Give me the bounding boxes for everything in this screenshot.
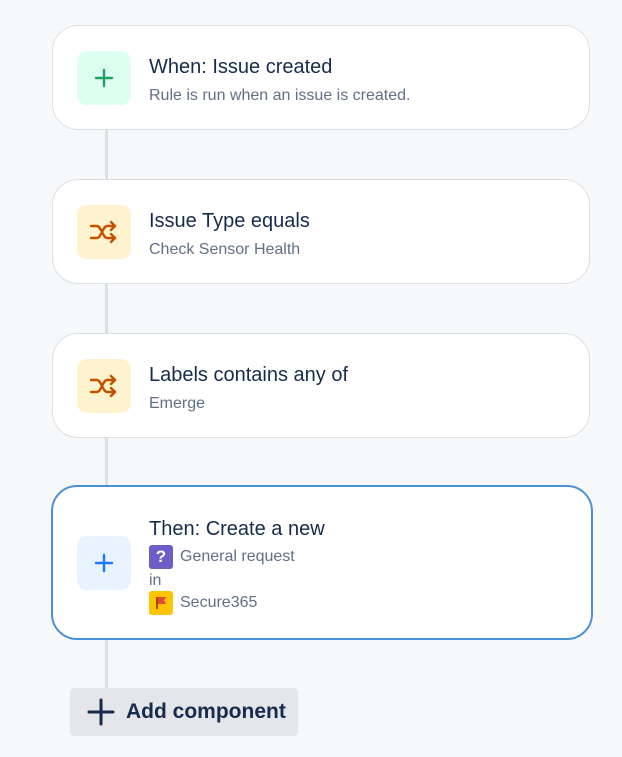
add-component-button[interactable]: Add component (70, 688, 298, 736)
issue-type-row: ? General request (149, 545, 295, 569)
action-icon-tile (77, 536, 131, 590)
connector-line (105, 437, 108, 487)
condition-title: Issue Type equals (149, 210, 310, 232)
condition-card-labels[interactable]: Labels contains any of Emerge (52, 333, 590, 438)
condition-subtitle: Emerge (149, 395, 206, 412)
shuffle-icon (89, 374, 117, 398)
project-label: Secure365 (180, 594, 258, 611)
trigger-subtitle: Rule is run when an issue is created. (149, 87, 411, 104)
trigger-icon-tile (77, 51, 131, 105)
condition-card-issue-type[interactable]: Issue Type equals Check Sensor Health (52, 179, 590, 284)
shuffle-icon (89, 220, 117, 244)
condition-title: Labels contains any of (149, 364, 349, 386)
plus-icon (94, 553, 114, 573)
add-component-label: Add component (126, 700, 286, 723)
connector-line (105, 283, 108, 335)
condition-icon-tile (77, 205, 131, 259)
issue-type-label: General request (180, 548, 295, 565)
project-row: Secure365 (149, 591, 257, 615)
action-title: Then: Create a new (149, 518, 325, 540)
trigger-card[interactable]: When: Issue created Rule is run when an … (52, 25, 590, 130)
connector-line (105, 129, 108, 181)
trigger-title: When: Issue created (149, 56, 333, 78)
plus-icon (94, 68, 114, 88)
plus-icon (86, 697, 116, 727)
flag-icon (149, 591, 173, 615)
question-icon: ? (149, 545, 173, 569)
in-label: in (149, 572, 162, 589)
rule-canvas: When: Issue created Rule is run when an … (0, 0, 622, 757)
condition-subtitle: Check Sensor Health (149, 241, 301, 258)
action-card-create-issue[interactable]: Then: Create a new ? General request in … (51, 485, 593, 640)
condition-icon-tile (77, 359, 131, 413)
connector-line (105, 639, 108, 689)
